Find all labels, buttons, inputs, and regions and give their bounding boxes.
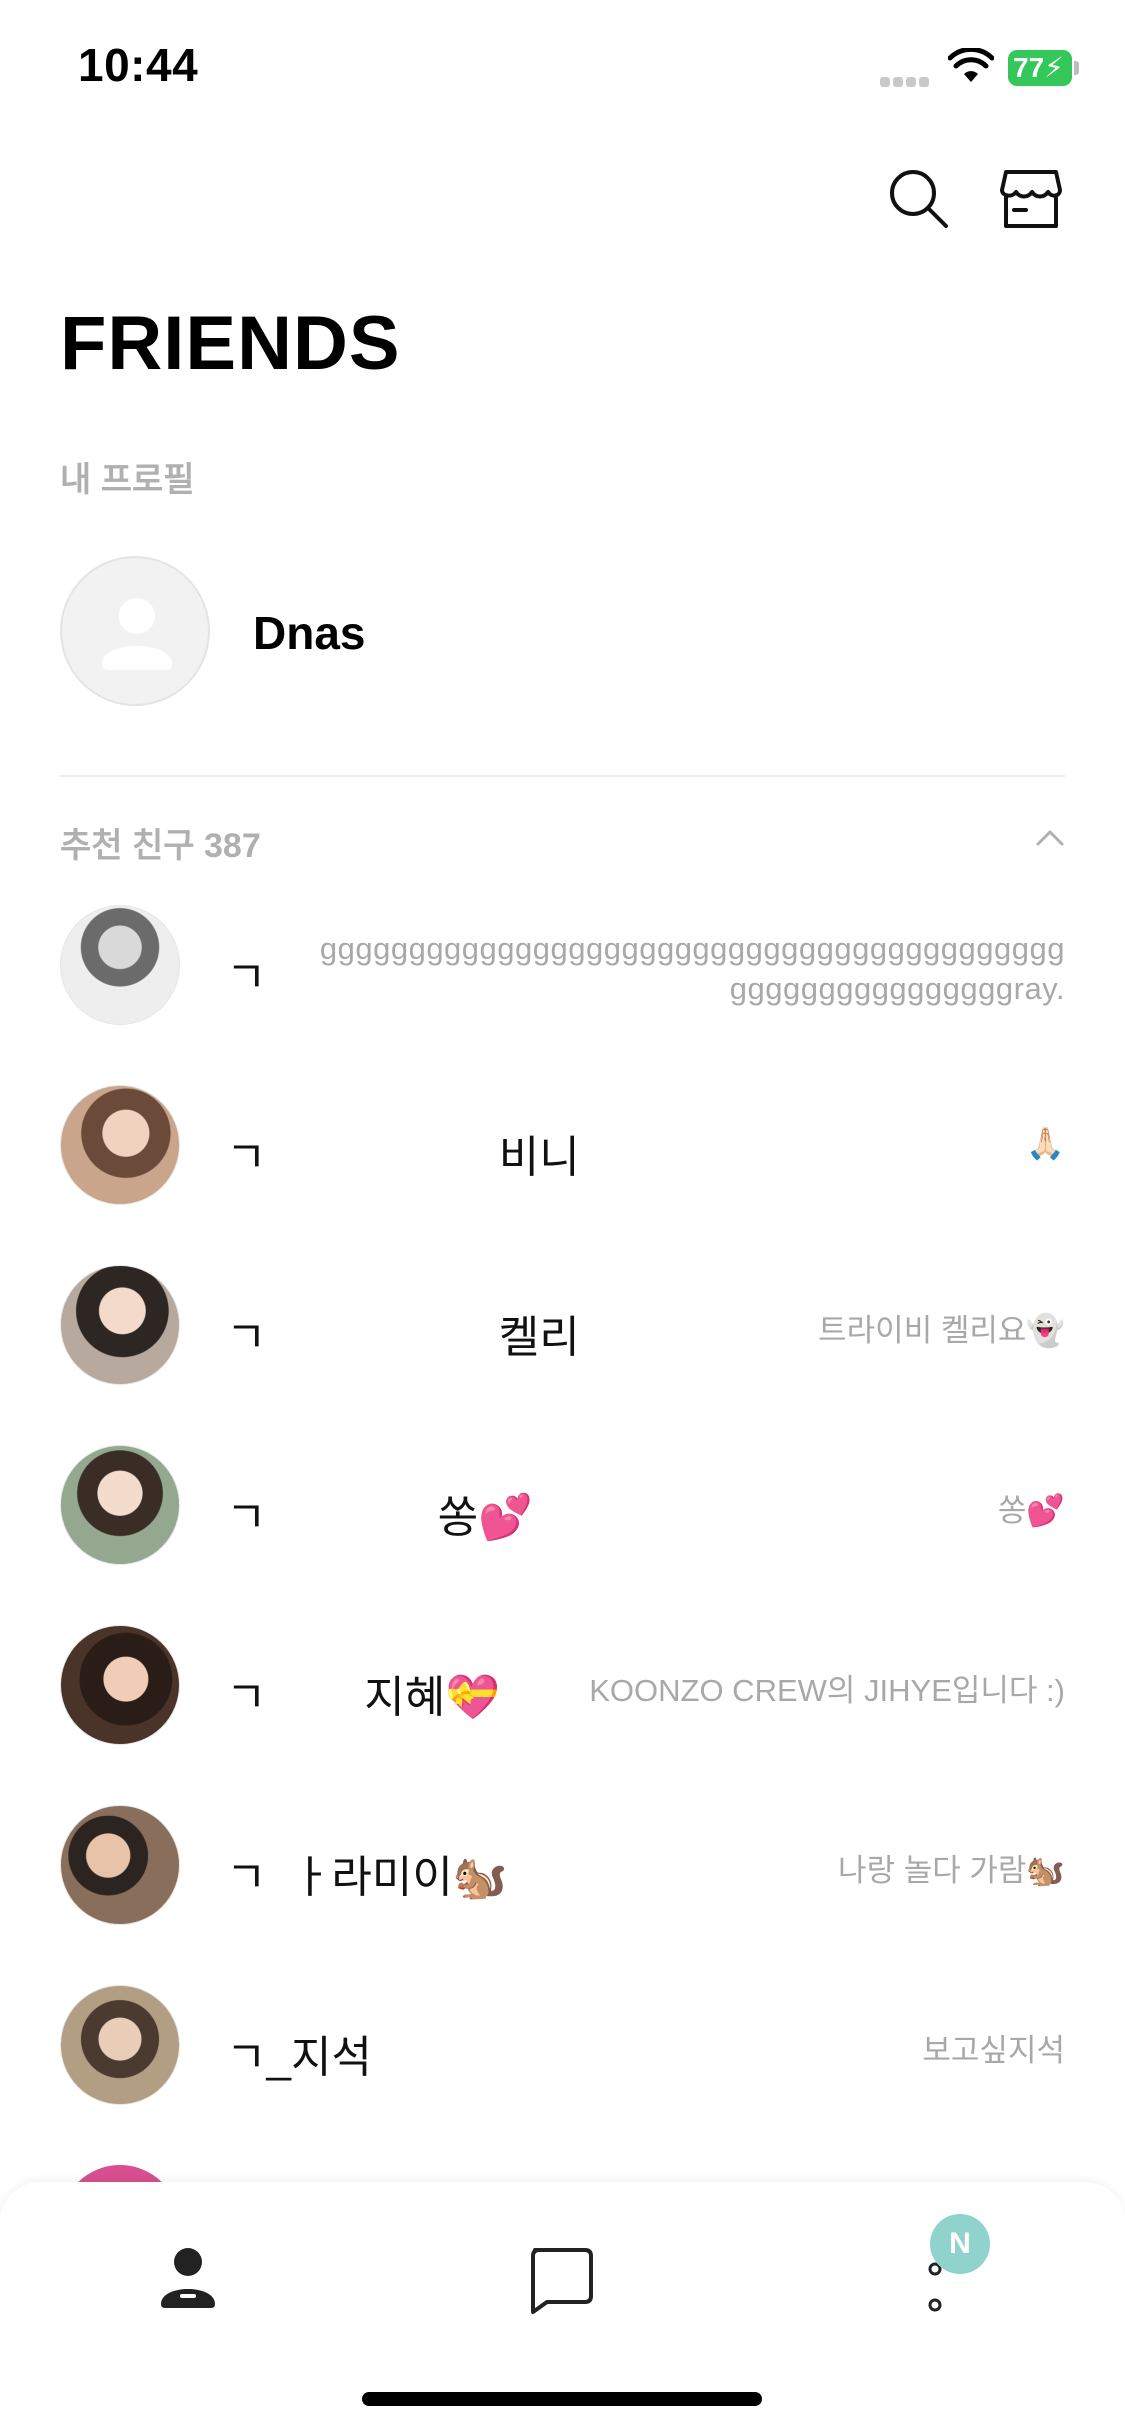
store-icon — [1000, 170, 1062, 228]
tab-chats[interactable] — [505, 2222, 615, 2332]
friend-status-message: 쏭💕 — [997, 1493, 1065, 1528]
search-button[interactable] — [886, 166, 952, 232]
default-user-icon — [102, 598, 172, 670]
list-item[interactable]: ㄱ gggggggggggggggggggggggggggggggggggggg… — [60, 905, 1065, 1085]
friend-name: ㄱ_지석 — [226, 2033, 372, 2082]
friend-status-message: 트라이비 켈리요👻 — [818, 1313, 1065, 1348]
battery-icon: 77⚡ — [1008, 50, 1080, 86]
my-profile-label: 내 프로필 — [60, 461, 195, 499]
status-time: 10:44 — [78, 39, 199, 91]
tab-friends[interactable] — [133, 2222, 243, 2332]
profile-name: Dnas — [253, 607, 366, 659]
chevron-up-icon[interactable] — [1035, 822, 1065, 852]
friends-screen: 10:44 77⚡ FRIENDS 내 프로필 Dnas 추천 친구 387 ㄱ… — [0, 0, 1125, 2436]
home-indicator — [362, 2392, 762, 2406]
battery-level: 77 — [1013, 52, 1045, 83]
list-item[interactable]: ㄱ 켈리 트라이비 켈리요👻 — [60, 1265, 1065, 1445]
new-badge: N — [930, 2214, 990, 2274]
friend-avatar — [60, 1805, 180, 1925]
person-icon — [161, 2248, 215, 2308]
list-item[interactable]: ㄱ_지석 보고싶지석 — [60, 1985, 1065, 2165]
friend-name: ㄱ 쏭💕 — [226, 1493, 533, 1542]
page-title: FRIENDS — [60, 301, 401, 386]
friend-status-message: 나랑 놀다 가람🐿️ — [838, 1853, 1065, 1888]
my-profile-row[interactable]: Dnas — [60, 556, 1065, 706]
friend-status-message: 🙏🏻 — [1026, 1126, 1065, 1161]
friend-name: ㄱ 비니 — [226, 1133, 580, 1182]
friend-name: ㄱ — [226, 953, 267, 1002]
friend-avatar — [60, 1085, 180, 1205]
friend-avatar — [60, 1625, 180, 1745]
list-item[interactable]: ㄱ 비니 🙏🏻 — [60, 1085, 1065, 1265]
divider — [60, 775, 1065, 777]
friend-avatar — [60, 1265, 180, 1385]
shop-button[interactable] — [998, 166, 1064, 232]
recommended-friends-header[interactable]: 추천 친구 387 — [60, 816, 1065, 866]
friend-name: ㄱ 지혜💝 — [226, 1673, 501, 1722]
list-item[interactable]: ㄱ ㅏ라미이🐿️ 나랑 놀다 가람🐿️ — [60, 1805, 1065, 1985]
friend-status-message: KOONZO CREW의 JIHYE입니다 :) — [589, 1673, 1065, 1708]
friend-avatar — [60, 1985, 180, 2105]
recommended-friends-label: 추천 친구 387 — [60, 827, 261, 865]
wifi-icon — [948, 48, 994, 82]
friend-status-message: 보고싶지석 — [922, 2033, 1065, 2068]
list-item[interactable]: ㄱ 지혜💝 KOONZO CREW의 JIHYE입니다 :) — [60, 1625, 1065, 1805]
tab-more[interactable]: N — [880, 2214, 990, 2332]
friend-avatar — [60, 1445, 180, 1565]
search-icon — [890, 170, 948, 228]
friend-list: ㄱ gggggggggggggggggggggggggggggggggggggg… — [60, 905, 1065, 2165]
friend-name: ㄱ ㅏ라미이🐿️ — [226, 1853, 508, 1902]
friend-avatar — [60, 905, 180, 1025]
chat-bubble-icon — [531, 2248, 593, 2314]
cellular-signal-icon — [880, 74, 932, 87]
friend-name: ㄱ 켈리 — [226, 1313, 580, 1362]
list-item[interactable]: ㄱ 쏭💕 쏭💕 — [60, 1445, 1065, 1625]
friend-status-message: gggggggggggggggggggggggggggggggggggggggg… — [319, 931, 1065, 1006]
avatar — [60, 556, 210, 706]
status-bar: 10:44 77⚡ — [0, 0, 1125, 140]
